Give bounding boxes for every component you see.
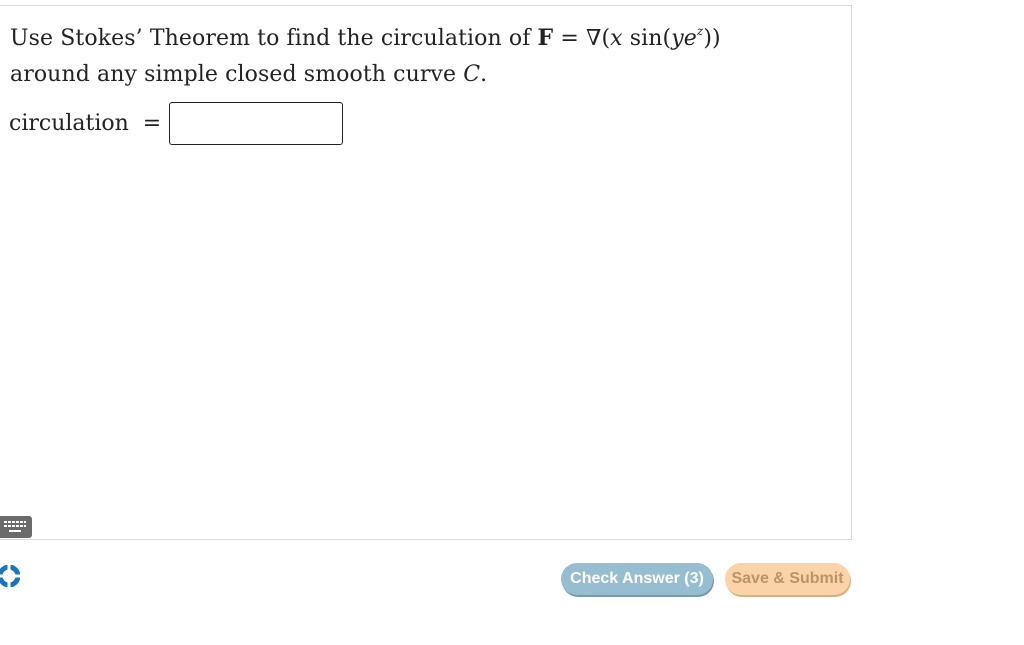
closing-parens: )) — [703, 26, 721, 51]
exponent-z: z — [696, 24, 704, 38]
var-x: x — [610, 26, 623, 51]
answer-label: circulation = — [9, 110, 162, 136]
question-line-2-text: around any simple closed smooth curve — [10, 62, 464, 87]
keyboard-glyph — [4, 521, 26, 532]
equals-nabla: = ∇( — [553, 26, 611, 51]
vector-field-symbol: F — [537, 25, 554, 51]
save-submit-button[interactable]: Save & Submit — [725, 563, 850, 595]
keyboard-icon[interactable] — [0, 516, 32, 538]
sin-function: sin( — [622, 26, 672, 51]
answer-input[interactable] — [169, 101, 344, 145]
curve-symbol: C — [463, 62, 481, 87]
question-text: Use Stokes’ Theorem to find the circulat… — [10, 21, 830, 92]
question-prefix: Use Stokes’ Theorem to find the circulat… — [10, 26, 538, 51]
var-y: y — [671, 26, 684, 51]
var-e: e — [683, 26, 697, 51]
lifebuoy-icon — [0, 564, 21, 588]
answer-row: circulation = — [9, 101, 344, 145]
check-answer-button[interactable]: Check Answer (3) — [561, 563, 713, 595]
question-line-2: around any simple closed smooth curve C. — [10, 58, 830, 92]
help-lifebuoy-icon[interactable] — [0, 564, 21, 588]
period: . — [480, 62, 488, 87]
question-panel: Use Stokes’ Theorem to find the circulat… — [0, 5, 852, 540]
question-line-1: Use Stokes’ Theorem to find the circulat… — [10, 21, 830, 58]
